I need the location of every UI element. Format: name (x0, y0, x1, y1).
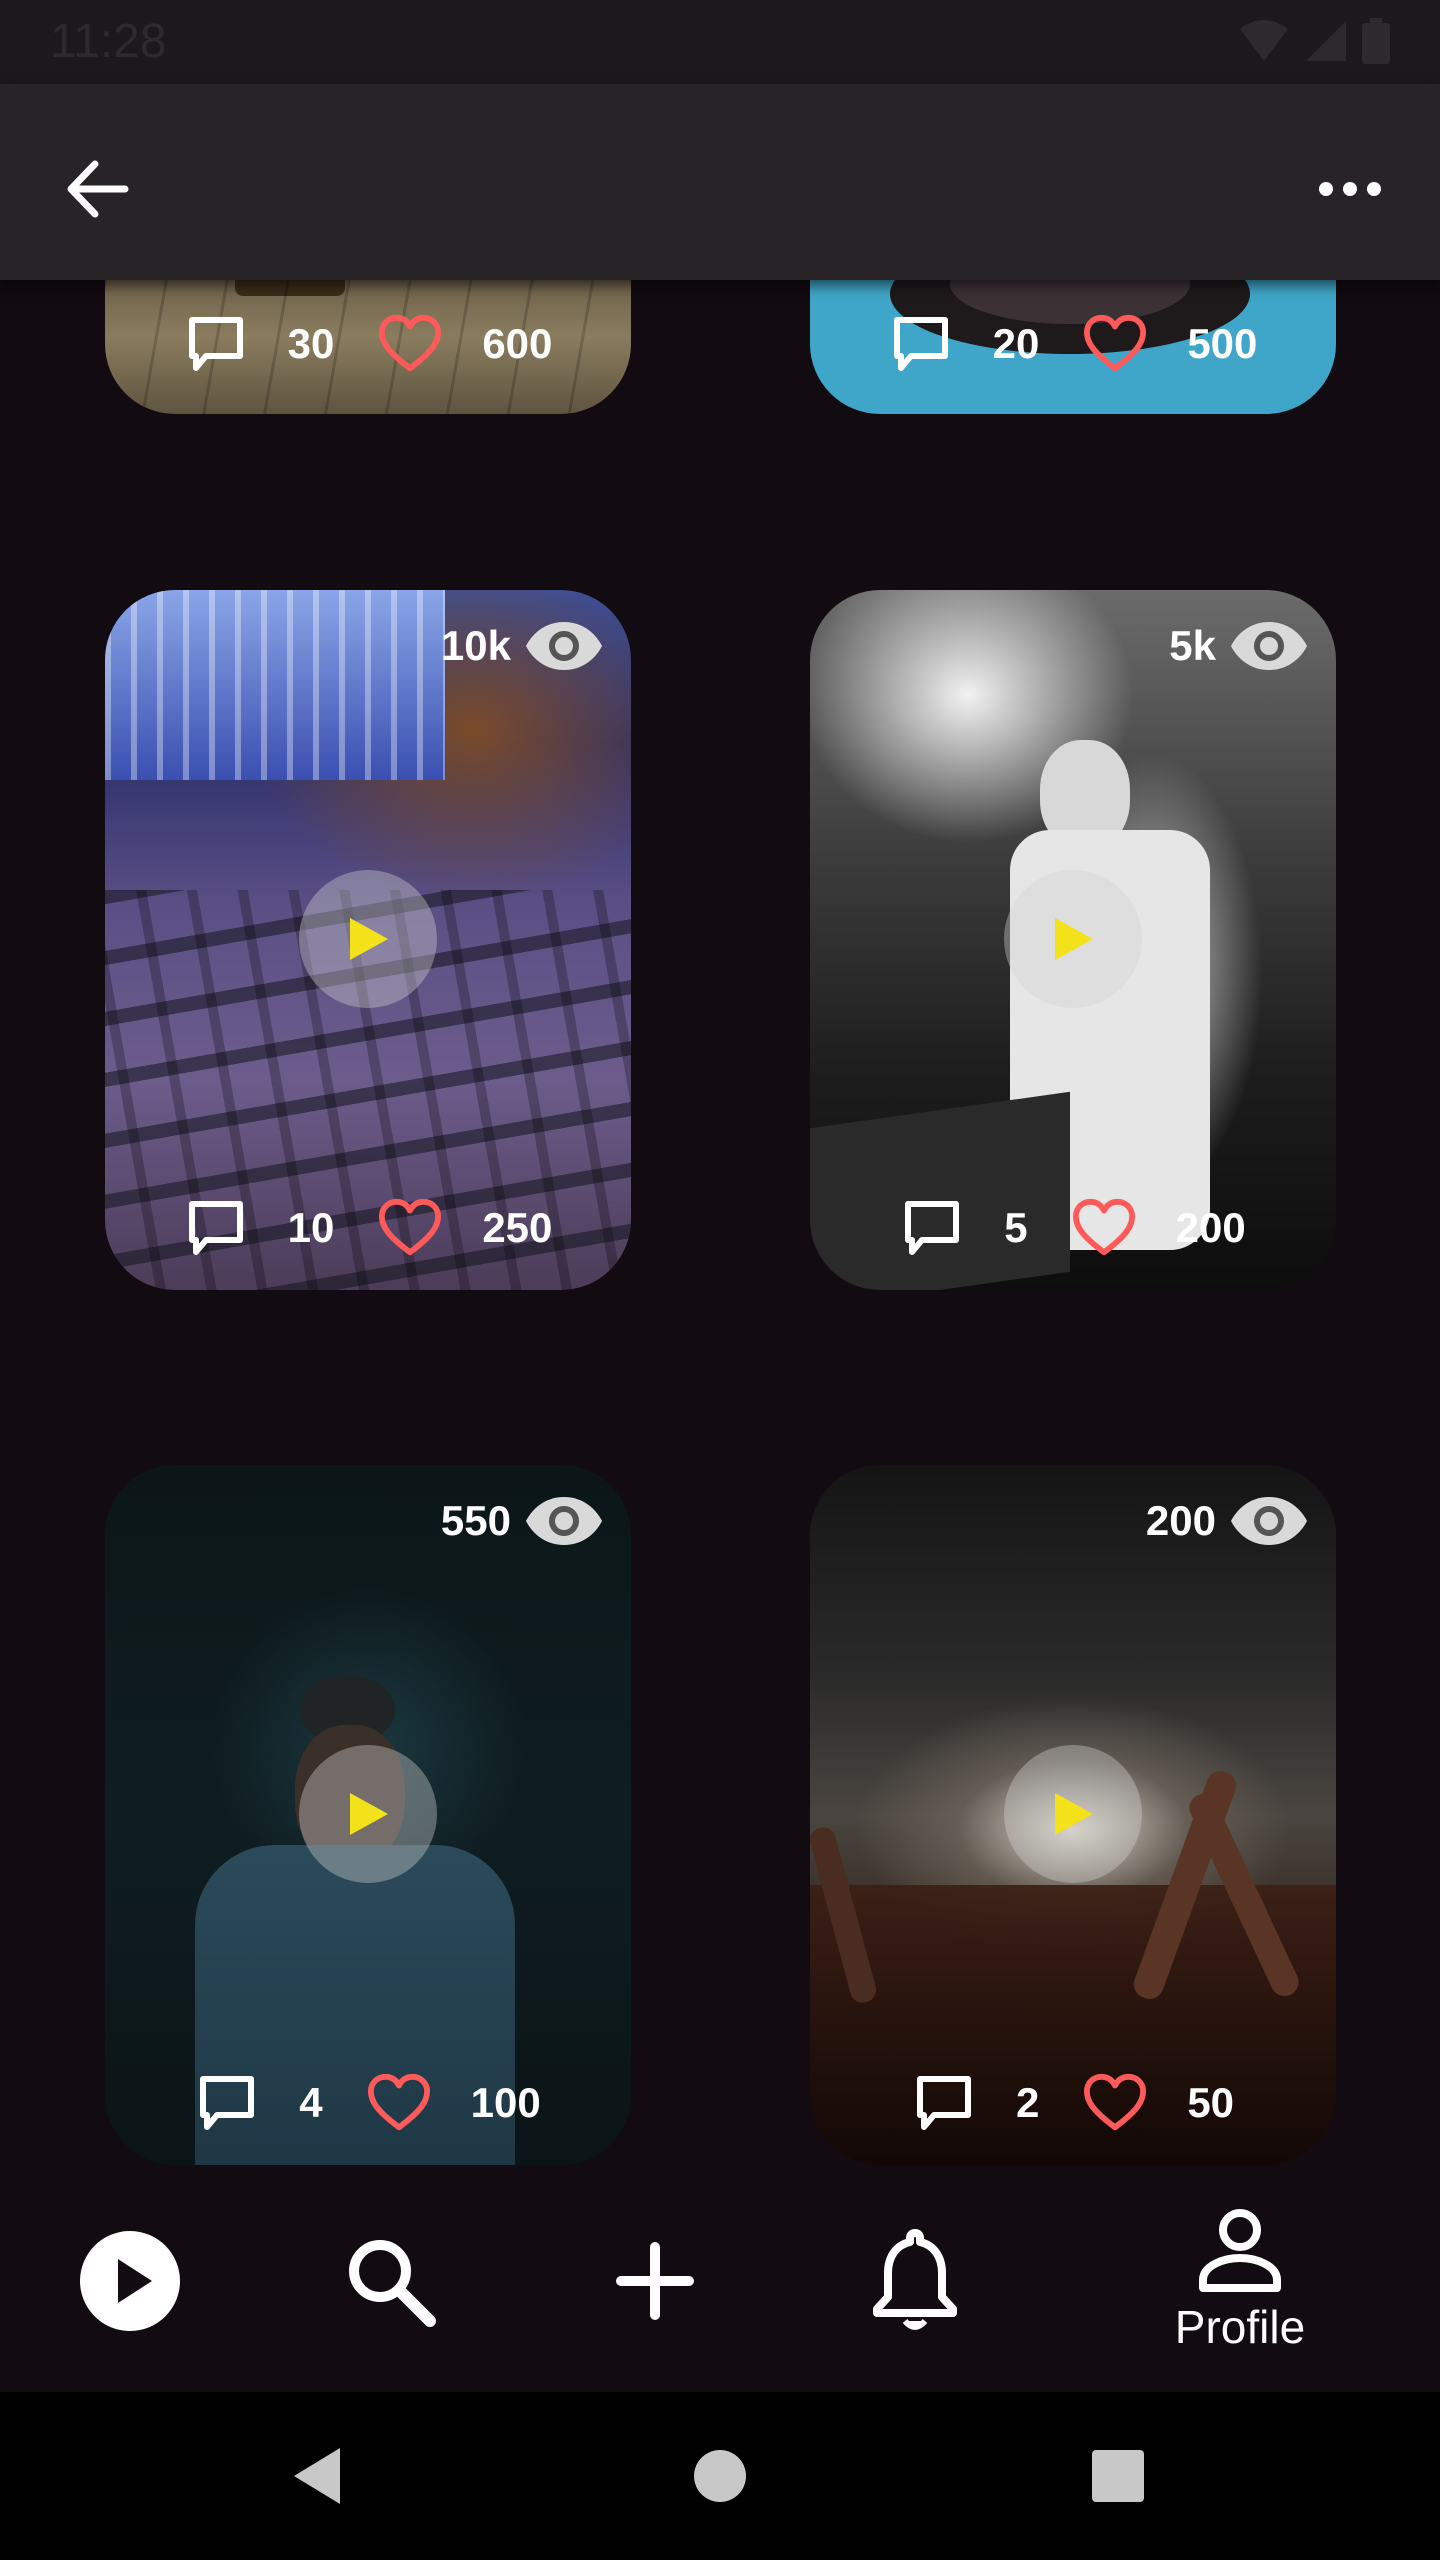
like-count: 200 (1175, 1204, 1246, 1251)
nav-item-feed[interactable] (60, 2170, 200, 2392)
bell-icon (873, 2229, 957, 2330)
heart-icon[interactable] (1083, 312, 1147, 376)
system-back-icon[interactable] (288, 2444, 344, 2508)
comment-count: 4 (299, 2079, 323, 2126)
video-card[interactable]: 5k 5 200 (810, 590, 1336, 1290)
card-stats: 5 200 (810, 1196, 1336, 1260)
comment-icon[interactable] (889, 312, 953, 376)
app-bar (0, 84, 1440, 280)
comment-icon[interactable] (184, 312, 248, 376)
comment-count: 30 (287, 320, 335, 367)
view-count: 10k (440, 622, 511, 669)
video-card[interactable]: 550 4 100 (105, 1465, 631, 2165)
nav-item-notifications[interactable] (845, 2170, 985, 2392)
more-horizontal-icon (1319, 182, 1381, 196)
nav-item-search[interactable] (320, 2170, 460, 2392)
play-button[interactable] (1004, 870, 1142, 1008)
card-stats: 2 50 (810, 2071, 1336, 2135)
heart-icon[interactable] (1083, 2071, 1147, 2135)
view-count: 5k (1169, 622, 1216, 669)
like-count: 500 (1187, 320, 1258, 367)
person-icon (1199, 2209, 1281, 2292)
like-count: 50 (1187, 2079, 1235, 2126)
plus-icon (616, 2242, 694, 2320)
eye-icon (1231, 622, 1307, 670)
status-bar: 11:28 (0, 0, 1440, 84)
battery-icon (1362, 18, 1390, 64)
heart-icon[interactable] (378, 1196, 442, 1260)
arrow-left-icon (67, 160, 129, 218)
search-icon (349, 2240, 436, 2327)
heart-icon[interactable] (367, 2071, 431, 2135)
like-count: 600 (482, 320, 553, 367)
play-button[interactable] (1004, 1745, 1142, 1883)
eye-icon (526, 1497, 602, 1545)
signal-icon (1306, 21, 1346, 61)
status-icons (1238, 18, 1390, 64)
view-count-badge: 200 (1146, 1493, 1310, 1549)
status-time: 11:28 (50, 15, 167, 68)
view-count-badge: 550 (441, 1493, 605, 1549)
view-count-badge: 5k (1169, 618, 1310, 674)
play-button[interactable] (299, 1745, 437, 1883)
play-button[interactable] (299, 870, 437, 1008)
comment-icon[interactable] (184, 1196, 248, 1260)
play-icon (1055, 1793, 1093, 1835)
comment-icon[interactable] (195, 2071, 259, 2135)
system-navigation-bar (0, 2392, 1440, 2560)
more-options-button[interactable] (1300, 144, 1400, 234)
nav-label-profile: Profile (1174, 2301, 1306, 2353)
nav-item-profile[interactable]: Profile (1130, 2170, 1350, 2392)
system-recents-icon[interactable] (1090, 2448, 1146, 2504)
comment-count: 20 (992, 320, 1040, 367)
bottom-navigation: Profile (0, 2170, 1440, 2392)
wifi-icon (1240, 20, 1288, 61)
play-icon (1055, 918, 1093, 960)
card-stats: 4 100 (105, 2071, 631, 2135)
play-icon (350, 1793, 388, 1835)
view-count-badge: 10k (441, 618, 605, 674)
system-home-icon[interactable] (692, 2448, 748, 2504)
card-stats: 30 600 (105, 312, 631, 376)
video-card[interactable]: 10k 10 250 (105, 590, 631, 1290)
comment-count: 10 (287, 1204, 335, 1251)
like-count: 100 (470, 2079, 541, 2126)
video-card[interactable]: 30 600 (105, 274, 631, 414)
comment-icon[interactable] (912, 2071, 976, 2135)
back-button[interactable] (52, 144, 142, 234)
view-count: 550 (440, 1497, 511, 1544)
play-icon (350, 918, 388, 960)
comment-icon[interactable] (900, 1196, 964, 1260)
video-card[interactable]: 200 2 50 (810, 1465, 1336, 2165)
like-count: 250 (482, 1204, 553, 1251)
heart-icon[interactable] (378, 312, 442, 376)
nav-item-create[interactable] (585, 2170, 725, 2392)
play-circle-icon (80, 2231, 180, 2331)
heart-icon[interactable] (1072, 1196, 1136, 1260)
video-card[interactable]: 20 500 (810, 274, 1336, 414)
view-count: 200 (1145, 1497, 1216, 1544)
eye-icon (1231, 1497, 1307, 1545)
eye-icon (526, 622, 602, 670)
card-stats: 20 500 (810, 312, 1336, 376)
comment-count: 5 (1004, 1204, 1028, 1251)
card-stats: 10 250 (105, 1196, 631, 1260)
comment-count: 2 (1015, 2079, 1040, 2126)
